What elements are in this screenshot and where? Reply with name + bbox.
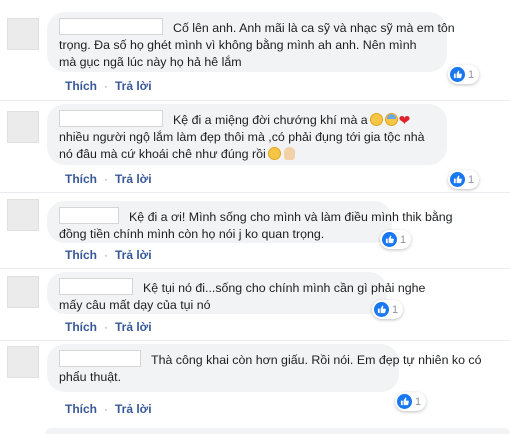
comment-text-line: trọng. Đa số họ ghét mình vì không bằng … <box>59 38 417 52</box>
comment-bubble: Cố lên anh. Anh mãi là ca sỹ và nhạc sỹ … <box>47 12 455 72</box>
reply-link[interactable]: Trả lời <box>115 320 152 334</box>
avatar[interactable] <box>7 111 39 143</box>
author-name-redacted[interactable] <box>59 350 141 367</box>
comment-text-line: Kệ đi a ơi! Mình sống cho mình và làm đi… <box>129 210 453 224</box>
reaction-count: 1 <box>415 395 422 408</box>
divider <box>0 192 510 193</box>
reply-link[interactable]: Trả lời <box>115 172 152 186</box>
reply-link[interactable]: Trả lời <box>115 79 152 93</box>
comment-actions: Thích · Trả lời <box>65 79 159 93</box>
next-comment-partial <box>45 428 510 434</box>
action-separator: · <box>104 320 108 334</box>
reaction-count-badge[interactable]: 1 <box>448 170 480 189</box>
comment-actions: Thích · Trả lời <box>65 402 159 416</box>
divider <box>0 268 510 269</box>
comment-text-line: phẩu thuật. <box>59 370 122 384</box>
comment-bubble: Kệ đi a ơi! Mình sống cho mình và làm đi… <box>47 201 453 243</box>
comment-text-line: mấy câu mất dạy của tụi nó <box>59 298 211 312</box>
divider <box>0 100 510 101</box>
comment-text-line: nhiều người ngộ lắm làm đẹp thôi mà ,có … <box>59 130 425 144</box>
comment-text-line: Kệ đi a miệng đời chướng khí mà a <box>173 113 368 127</box>
like-link[interactable]: Thích <box>65 172 97 186</box>
action-separator: · <box>104 248 108 262</box>
avatar[interactable] <box>7 18 39 50</box>
comment-bubble: Kệ tụi nó đi...sống cho chính mình cần g… <box>47 272 425 314</box>
thumbs-up-icon <box>450 172 465 187</box>
reply-link[interactable]: Trả lời <box>115 248 152 262</box>
reaction-count-badge[interactable]: 1 <box>395 392 427 411</box>
like-link[interactable]: Thích <box>65 320 97 334</box>
comment-bubble: Thà công khai còn hơn giấu. Rồi nói. Em … <box>47 344 482 392</box>
comment-text-line: Cố lên anh. Anh mãi là ca sỹ và nhạc sỹ … <box>173 21 455 35</box>
author-name-redacted[interactable] <box>59 110 163 127</box>
thumbs-up-icon <box>450 67 465 82</box>
comment-text-line: nó đâu mà cứ khoái chê như đúng rồi <box>59 147 266 161</box>
red-heart-icon: ❤ <box>398 112 411 128</box>
like-link[interactable]: Thích <box>65 248 97 262</box>
avatar[interactable] <box>7 199 39 231</box>
comment-text-line: Thà công khai còn hơn giấu. Rồi nói. Em … <box>151 353 482 367</box>
comment-text-line: mà gục ngã lúc này họ hả hê lắm <box>59 55 242 69</box>
thumbs-up-icon <box>397 394 412 409</box>
reaction-count: 1 <box>400 233 407 246</box>
reply-link[interactable]: Trả lời <box>115 402 152 416</box>
comment-actions: Thích · Trả lời <box>65 172 159 186</box>
author-name-redacted[interactable] <box>59 207 119 224</box>
thumbs-up-icon <box>382 232 397 247</box>
reaction-count: 1 <box>468 68 475 81</box>
comment-text-line: đồng tiền chính mình còn họ nói j ko qua… <box>59 227 325 241</box>
author-name-redacted[interactable] <box>59 278 133 295</box>
divider <box>0 340 510 341</box>
comment-actions: Thích · Trả lời <box>65 248 159 262</box>
avatar[interactable] <box>7 276 39 308</box>
like-link[interactable]: Thích <box>65 79 97 93</box>
comment-text-line: Kệ tụi nó đi...sống cho chính mình cần g… <box>143 281 426 295</box>
reaction-count-badge[interactable]: 1 <box>372 300 404 319</box>
action-separator: · <box>104 402 108 416</box>
face-cold-sweat-icon <box>384 113 398 126</box>
face-rolling-eyes-icon <box>369 113 383 126</box>
comment-bubble: Kệ đi a miệng đời chướng khí mà a ❤ nhiều… <box>47 104 447 165</box>
reaction-count-badge[interactable]: 1 <box>380 230 412 249</box>
reaction-count-badge[interactable]: 1 <box>448 65 480 84</box>
avatar[interactable] <box>7 346 39 378</box>
ok-hand-icon <box>283 147 295 160</box>
reaction-count: 1 <box>392 303 399 316</box>
like-link[interactable]: Thích <box>65 402 97 416</box>
comment-actions: Thích · Trả lời <box>65 320 159 334</box>
action-separator: · <box>104 172 108 186</box>
action-separator: · <box>104 79 108 93</box>
author-name-redacted[interactable] <box>59 18 163 35</box>
face-unamused-icon <box>267 147 281 160</box>
thumbs-up-icon <box>374 302 389 317</box>
reaction-count: 1 <box>468 173 475 186</box>
